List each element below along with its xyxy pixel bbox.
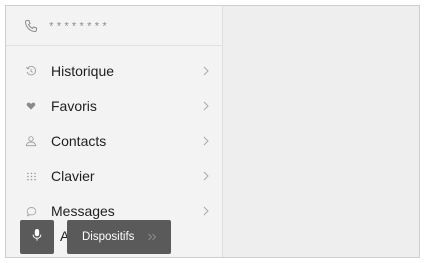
chevron-right-icon (203, 66, 209, 76)
chevron-right-icon (203, 171, 209, 181)
phone-icon (24, 19, 38, 38)
history-icon (24, 64, 38, 78)
double-chevron-right-icon (148, 233, 157, 241)
chevron-right-icon (203, 136, 209, 146)
heart-icon (24, 99, 38, 113)
detail-pane (222, 6, 419, 257)
menu-item-contacts[interactable]: Contacts (6, 124, 222, 158)
chevron-right-icon (203, 101, 209, 111)
chevron-right-icon (203, 206, 209, 216)
phone-screen: ******** Historique Favoris Contacts Cla… (5, 5, 420, 258)
microphone-icon (31, 228, 43, 247)
menu-item-label: Contacts (51, 133, 107, 149)
menu-item-label: Favoris (51, 98, 97, 114)
menu-item-clavier[interactable]: Clavier (6, 159, 222, 193)
phone-number-row: ******** (24, 18, 109, 38)
person-icon (24, 134, 38, 148)
keypad-icon (24, 169, 38, 183)
menu-item-label: Historique (51, 63, 115, 79)
devices-button[interactable]: Dispositifs (67, 220, 171, 254)
phone-menu-pane: ******** Historique Favoris Contacts Cla… (6, 6, 222, 257)
header-divider (6, 45, 222, 46)
phone-number: ******** (48, 22, 109, 34)
menu-item-historique[interactable]: Historique (6, 54, 222, 88)
menu-item-favoris[interactable]: Favoris (6, 89, 222, 123)
devices-label: Dispositifs (82, 231, 135, 243)
voice-button[interactable] (20, 220, 54, 254)
menu-item-label: Clavier (51, 168, 95, 184)
message-icon (24, 204, 38, 218)
menu-item-label: Messages (51, 203, 115, 219)
